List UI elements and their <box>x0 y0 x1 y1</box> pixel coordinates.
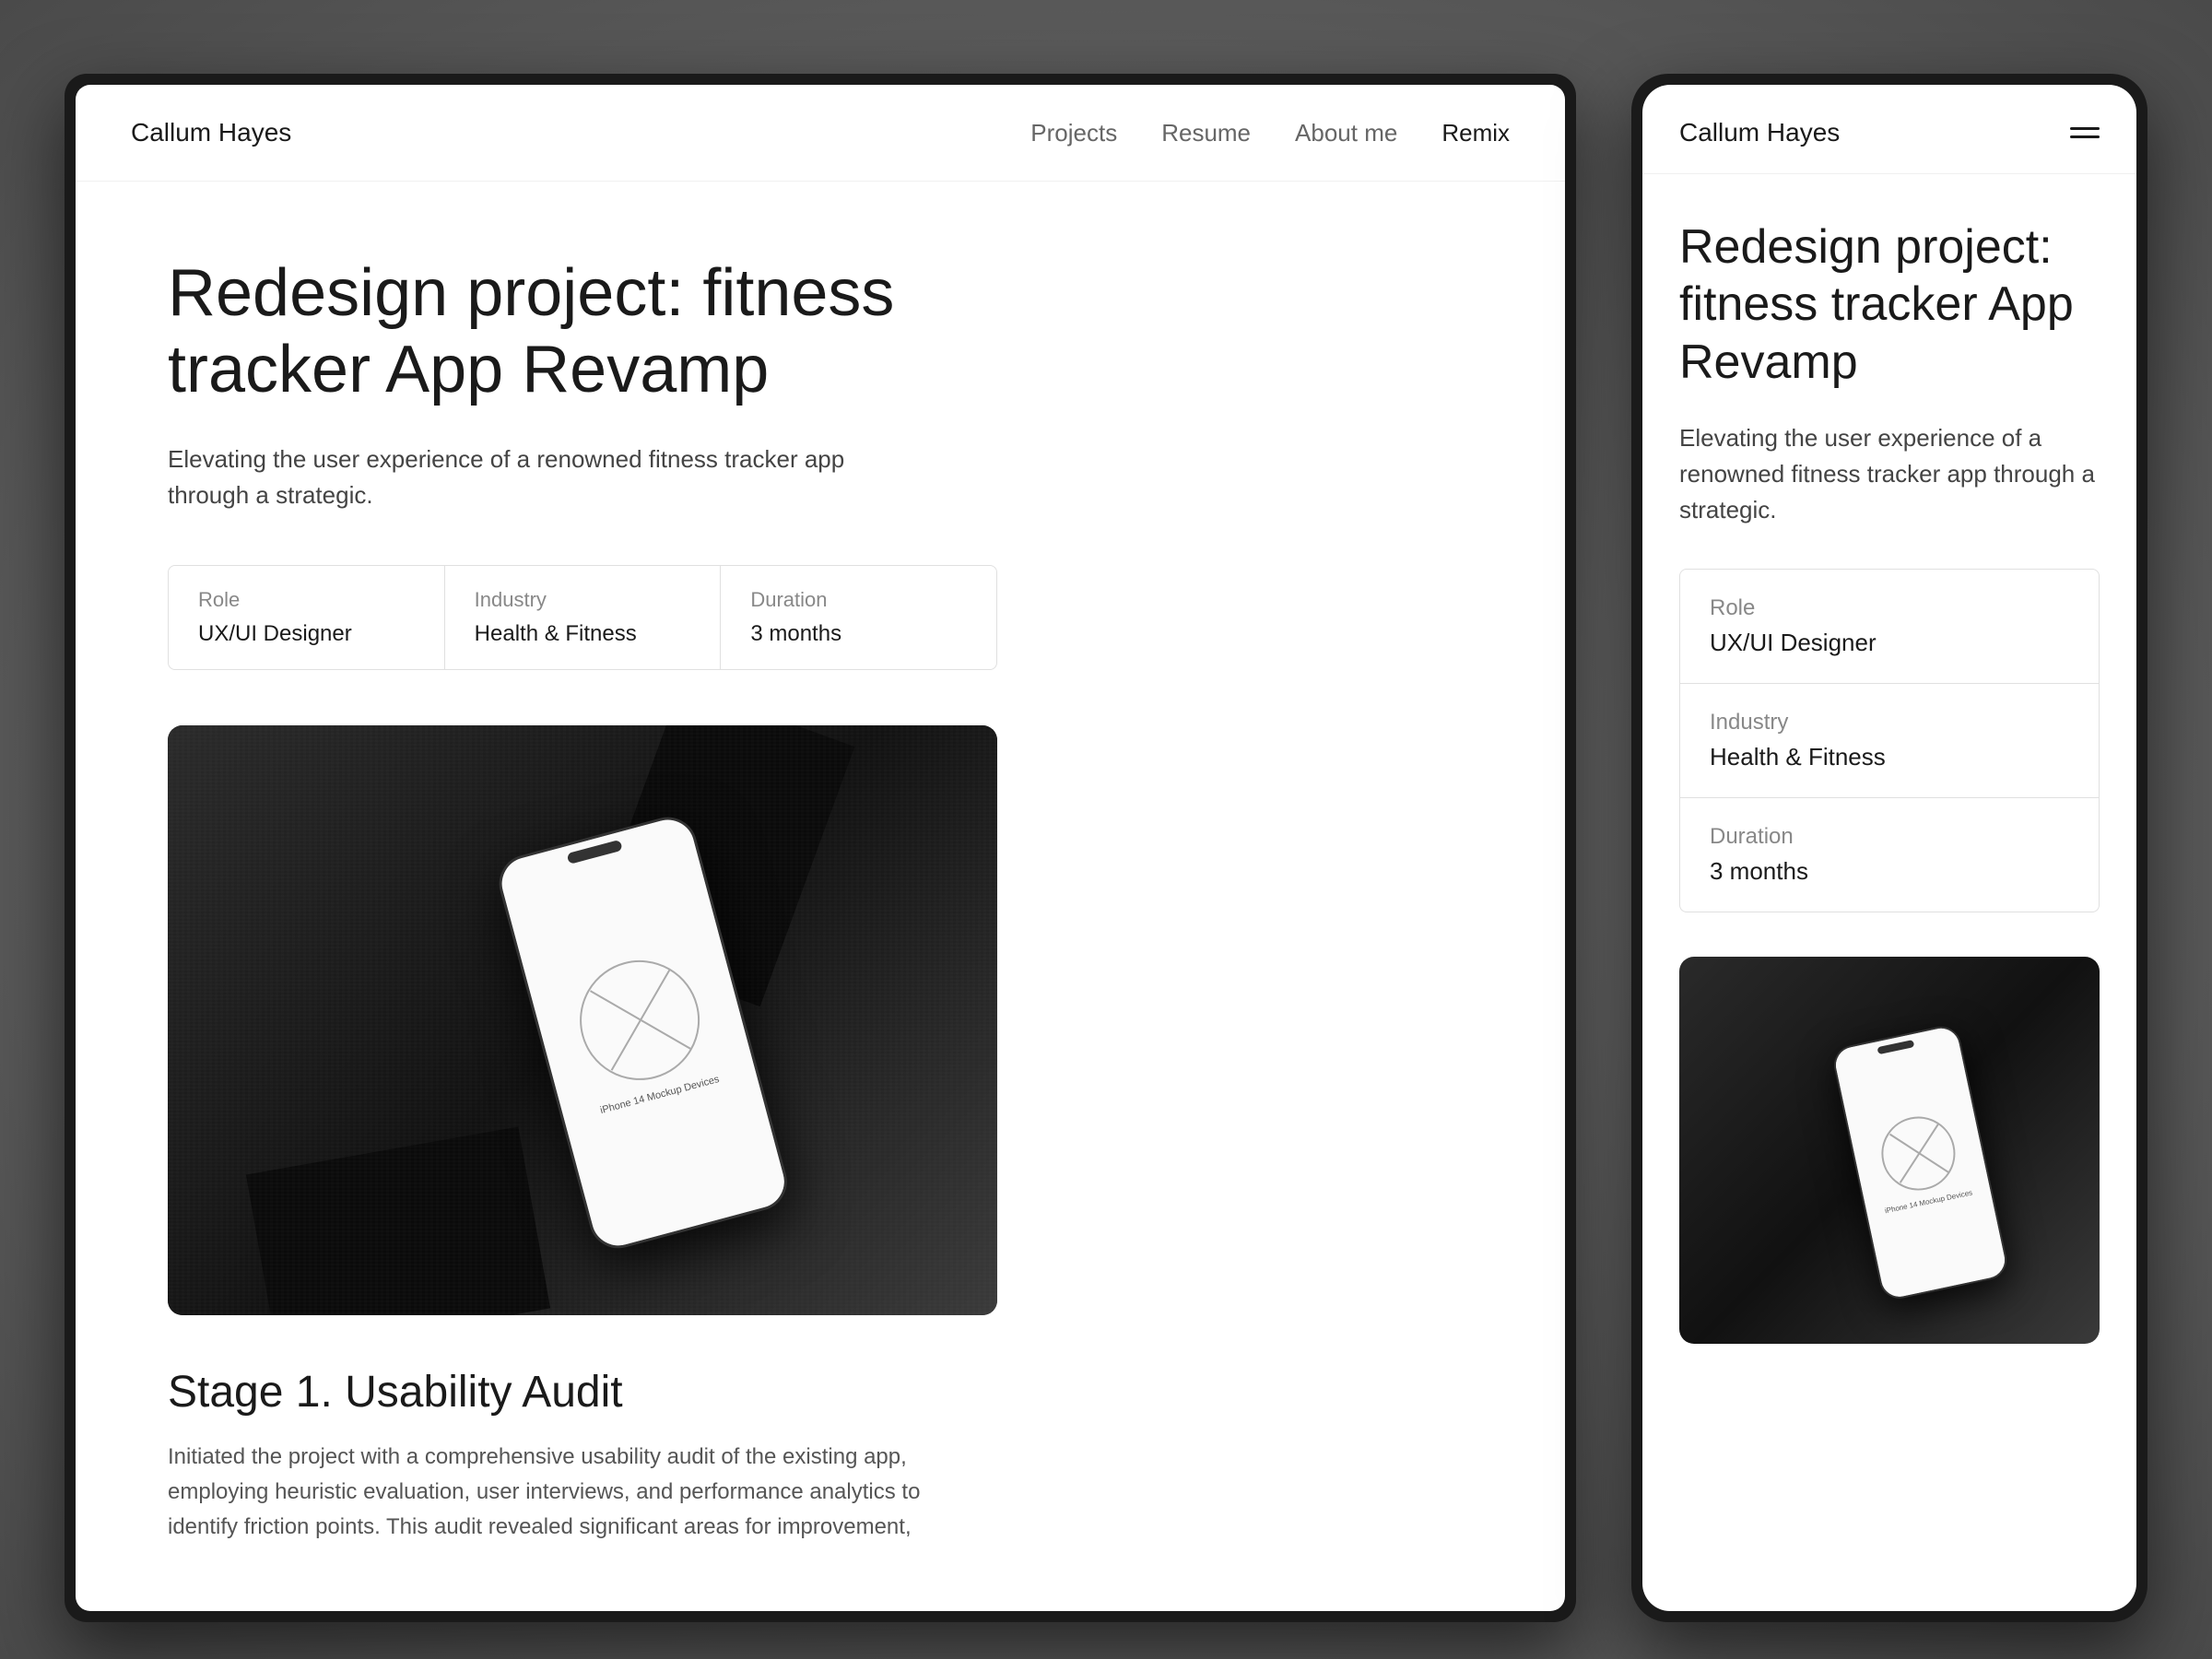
meta-industry-value: Health & Fitness <box>475 621 691 647</box>
nav-link-projects[interactable]: Projects <box>1030 119 1117 147</box>
nav-link-about[interactable]: About me <box>1295 119 1397 147</box>
mobile-screen: Callum Hayes Redesign project: fitness t… <box>1631 74 2147 1622</box>
mobile-subtitle: Elevating the user experience of a renow… <box>1679 420 2100 528</box>
desktop-nav: Callum Hayes Projects Resume About me Re… <box>76 85 1565 182</box>
mobile-meta-card-role: Role UX/UI Designer <box>1680 570 2099 684</box>
mobile-phone-screen: iPhone 14 Mockup Devices <box>1832 1025 2007 1300</box>
mobile-content: Redesign project: fitness tracker App Re… <box>1642 174 2136 1611</box>
meta-role-value: UX/UI Designer <box>198 621 415 647</box>
mobile-title: Redesign project: fitness tracker App Re… <box>1679 218 2100 391</box>
meta-cards: Role UX/UI Designer Industry Health & Fi… <box>168 565 997 670</box>
nav-link-resume[interactable]: Resume <box>1161 119 1251 147</box>
mobile-meta-duration-label: Duration <box>1710 824 2069 850</box>
meta-industry-label: Industry <box>475 588 691 612</box>
page-title: Redesign project: fitness tracker App Re… <box>168 255 924 408</box>
meta-card-role: Role UX/UI Designer <box>169 566 445 669</box>
mobile-meta-card-industry: Industry Health & Fitness <box>1680 684 2099 798</box>
page-subtitle: Elevating the user experience of a renow… <box>168 441 905 513</box>
hero-image: iPhone 14 Mockup Devices <box>168 725 997 1315</box>
mobile-phone-mockup: iPhone 14 Mockup Devices <box>1830 1023 2010 1302</box>
hamburger-line-1 <box>2070 127 2100 130</box>
desktop-inner: Callum Hayes Projects Resume About me Re… <box>76 85 1565 1611</box>
desktop-nav-links: Projects Resume About me Remix <box>1030 119 1510 147</box>
mobile-inner: Callum Hayes Redesign project: fitness t… <box>1642 85 2136 1611</box>
mobile-phone-text: iPhone 14 Mockup Devices <box>1884 1188 1973 1217</box>
desktop-content: Redesign project: fitness tracker App Re… <box>76 182 1565 1611</box>
mobile-hero-image: iPhone 14 Mockup Devices <box>1679 957 2100 1344</box>
desktop-screen: Callum Hayes Projects Resume About me Re… <box>65 74 1576 1622</box>
mobile-meta-role-label: Role <box>1710 595 2069 621</box>
mobile-meta-cards: Role UX/UI Designer Industry Health & Fi… <box>1679 569 2100 912</box>
hamburger-line-2 <box>2070 135 2100 138</box>
meta-card-industry: Industry Health & Fitness <box>445 566 722 669</box>
stage-1-text: Initiated the project with a comprehensi… <box>168 1440 960 1546</box>
hero-image-inner: iPhone 14 Mockup Devices <box>168 725 997 1315</box>
mobile-nav: Callum Hayes <box>1642 85 2136 174</box>
mobile-meta-card-duration: Duration 3 months <box>1680 798 2099 912</box>
mobile-meta-industry-label: Industry <box>1710 710 2069 735</box>
mobile-meta-industry-value: Health & Fitness <box>1710 743 2069 771</box>
meta-card-duration: Duration 3 months <box>721 566 996 669</box>
screen-container: Callum Hayes Projects Resume About me Re… <box>65 37 2147 1622</box>
phone-circle-icon <box>567 947 713 1093</box>
meta-duration-value: 3 months <box>750 621 967 647</box>
mobile-meta-role-value: UX/UI Designer <box>1710 629 2069 657</box>
mobile-meta-duration-value: 3 months <box>1710 857 2069 886</box>
stage-1-title: Stage 1. Usability Audit <box>168 1367 1473 1418</box>
hamburger-menu-button[interactable] <box>2070 127 2100 138</box>
nav-link-remix[interactable]: Remix <box>1441 119 1510 147</box>
mobile-phone-circle-icon <box>1875 1111 1962 1198</box>
meta-duration-label: Duration <box>750 588 967 612</box>
meta-role-label: Role <box>198 588 415 612</box>
mobile-hero-inner: iPhone 14 Mockup Devices <box>1679 957 2100 1344</box>
desktop-logo: Callum Hayes <box>131 118 291 147</box>
phone-text: iPhone 14 Mockup Devices <box>599 1073 722 1118</box>
mobile-logo: Callum Hayes <box>1679 118 1840 147</box>
